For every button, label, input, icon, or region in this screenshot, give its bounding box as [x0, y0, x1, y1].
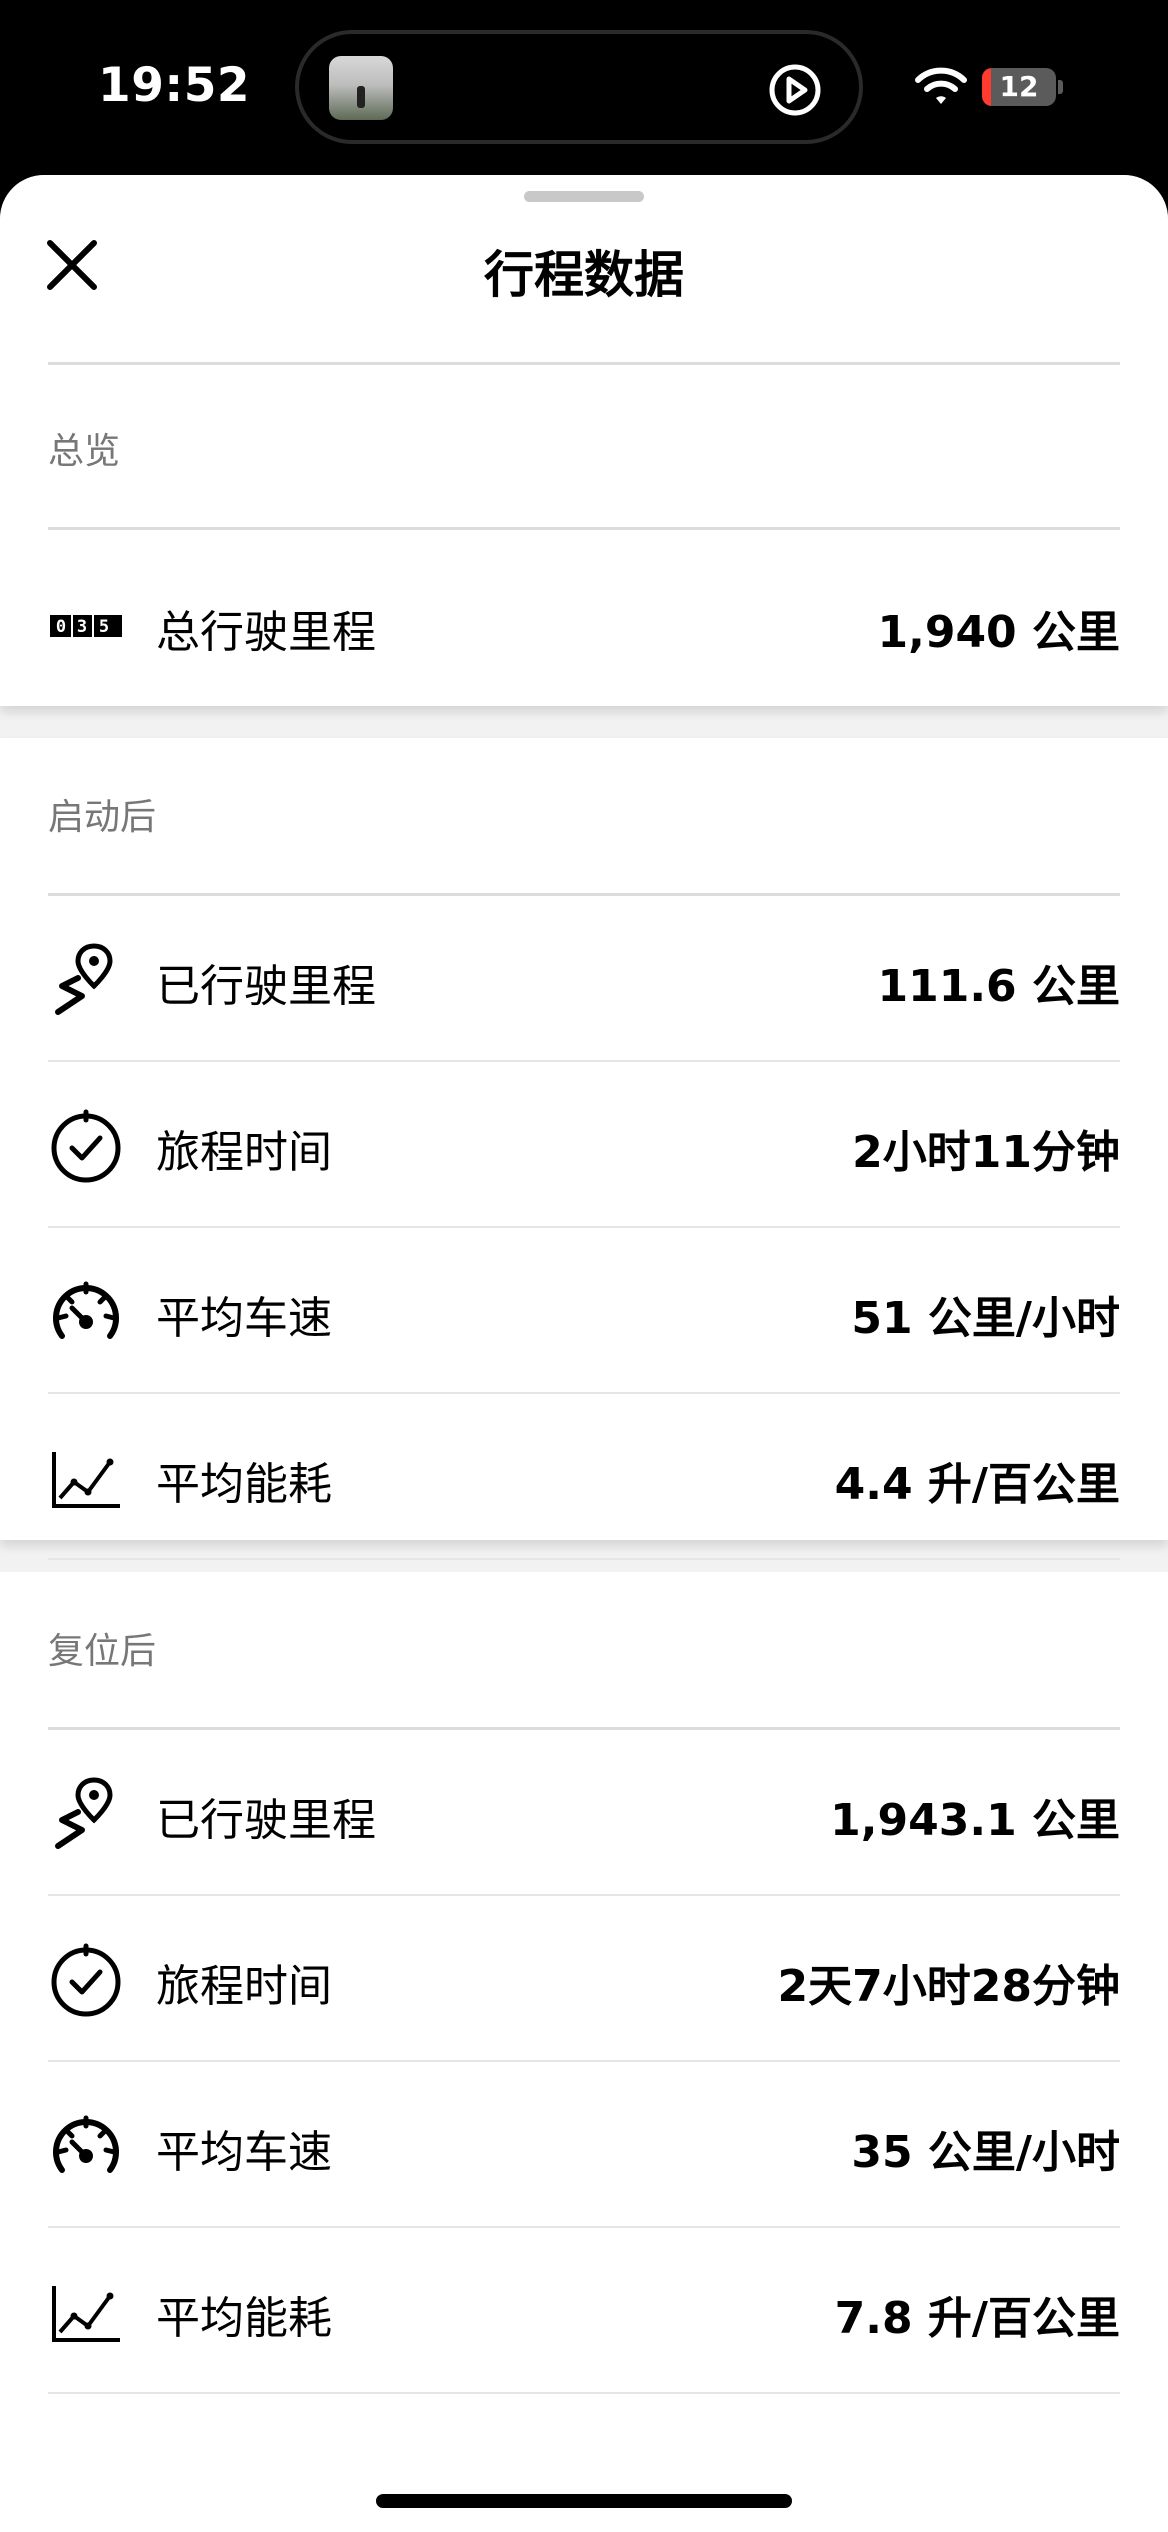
- page-title: 行程数据: [484, 246, 684, 304]
- battery-tip: [1058, 80, 1063, 94]
- row-label: 已行驶里程: [156, 1795, 376, 1846]
- row-value: 1,943.1 公里: [830, 1795, 1120, 1846]
- status-time: 19:52: [98, 58, 251, 113]
- overview-card: 行程数据 总览 0 3 5 总行驶里程 1,940 公里: [0, 175, 1168, 706]
- row-value: 7.8 升/百公里: [834, 2293, 1120, 2344]
- row-value: 2小时11分钟: [852, 1127, 1120, 1178]
- line-chart-icon: [52, 2286, 120, 2342]
- section-label-since-start: 启动后: [48, 797, 157, 838]
- speedometer-icon: [53, 2115, 119, 2173]
- divider: [48, 362, 1120, 365]
- battery-indicator: 12: [982, 68, 1056, 106]
- row-label: 平均能耗: [156, 1459, 332, 1510]
- play-icon[interactable]: [767, 62, 823, 118]
- section-label-overview: 总览: [48, 431, 121, 472]
- route-pin-icon: [55, 943, 113, 1015]
- row-label: 总行驶里程: [156, 607, 376, 658]
- status-bar: 19:52 12: [0, 0, 1168, 175]
- row-value: 111.6 公里: [877, 961, 1121, 1012]
- home-indicator[interactable]: [376, 2494, 792, 2508]
- clock-icon: [51, 1943, 121, 2017]
- list-item[interactable]: 平均车速 51 公里/小时: [48, 1228, 1120, 1394]
- list-item[interactable]: 已行驶里程 1,943.1 公里: [48, 1730, 1120, 1896]
- speedometer-icon: [53, 1281, 119, 1339]
- svg-text:5: 5: [99, 617, 109, 637]
- list-item[interactable]: 平均车速 35 公里/小时: [48, 2062, 1120, 2228]
- since-reset-card: 复位后 已行驶里程 1,943.1 公里旅程时间 2天7小时28分钟平均车速 35 公…: [0, 1572, 1168, 2532]
- list-item[interactable]: 平均能耗 7.8 升/百公里: [48, 2228, 1120, 2394]
- trip-data-sheet: 行程数据 总览 0 3 5 总行驶里程 1,940 公里 启动后 已行驶里程 11…: [0, 175, 1168, 2532]
- row-label: 平均车速: [156, 2127, 332, 2178]
- svg-text:0: 0: [56, 617, 66, 637]
- section-label-since-reset: 复位后: [48, 1631, 157, 1672]
- row-label: 已行驶里程: [156, 961, 376, 1012]
- list-item[interactable]: 旅程时间 2天7小时28分钟: [48, 1896, 1120, 2062]
- wifi-icon: [915, 67, 967, 104]
- row-label: 平均能耗: [156, 2293, 332, 2344]
- row-value: 35 公里/小时: [851, 2127, 1120, 2178]
- list-item[interactable]: 已行驶里程 111.6 公里: [48, 896, 1120, 1062]
- battery-percent: 12: [999, 70, 1039, 103]
- dynamic-island[interactable]: [295, 30, 863, 144]
- row-value: 4.4 升/百公里: [834, 1459, 1120, 1510]
- row-label: 旅程时间: [156, 1961, 332, 2012]
- list-item[interactable]: 平均能耗 4.4 升/百公里: [48, 1394, 1120, 1560]
- sheet-grabber[interactable]: [524, 191, 644, 202]
- line-chart-icon: [52, 1452, 120, 1508]
- odometer-icon: 0 3 5: [50, 615, 122, 637]
- divider: [48, 527, 1120, 530]
- svg-text:3: 3: [77, 617, 87, 637]
- list-item-total-mileage[interactable]: 0 3 5 总行驶里程 1,940 公里: [48, 542, 1120, 708]
- since-start-card: 启动后 已行驶里程 111.6 公里旅程时间 2小时11分钟平均车速 51 公里/小时…: [0, 738, 1168, 1560]
- row-label: 旅程时间: [156, 1127, 332, 1178]
- route-pin-icon: [55, 1777, 113, 1849]
- media-thumbnail[interactable]: [329, 56, 393, 120]
- row-value: 1,940 公里: [877, 607, 1121, 658]
- row-value: 51 公里/小时: [851, 1293, 1120, 1344]
- row-label: 平均车速: [156, 1293, 332, 1344]
- list-item[interactable]: 旅程时间 2小时11分钟: [48, 1062, 1120, 1228]
- clock-icon: [51, 1109, 121, 1183]
- row-value: 2天7小时28分钟: [777, 1961, 1120, 2012]
